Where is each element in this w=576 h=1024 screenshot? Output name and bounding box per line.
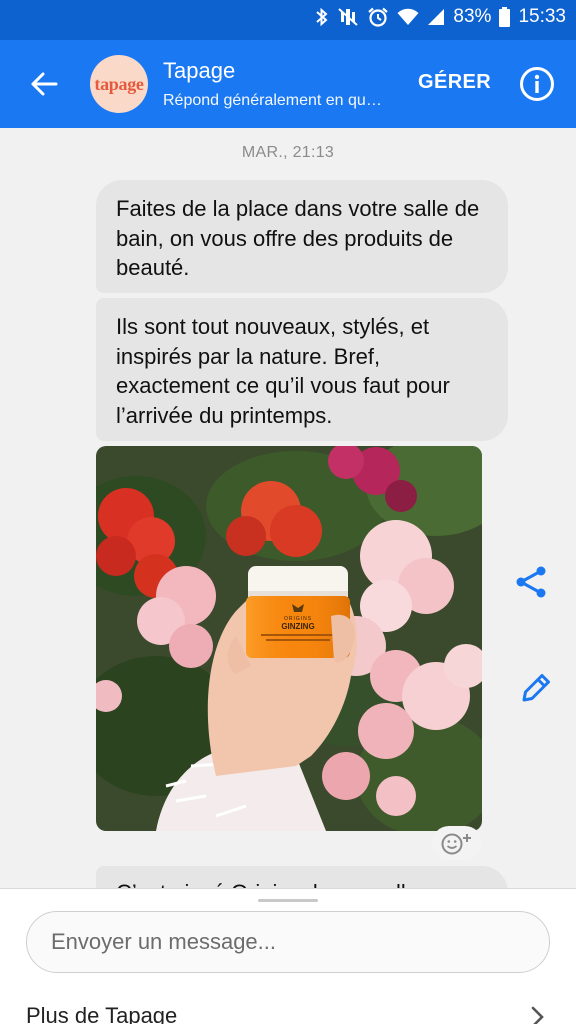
manage-button[interactable]: GÉRER <box>418 71 491 94</box>
info-icon[interactable] <box>519 66 555 102</box>
bluetooth-icon <box>316 7 328 27</box>
edit-icon[interactable] <box>518 670 554 706</box>
response-time-subtitle: Répond généralement en quelques heures <box>163 92 387 109</box>
add-reaction-button[interactable] <box>432 826 482 860</box>
message-bubble[interactable]: Ils sont tout nouveaux, stylés, et inspi… <box>96 298 508 441</box>
avatar-logo-text: tapage <box>94 73 144 94</box>
wifi-icon <box>397 8 419 25</box>
avatar[interactable]: tapage <box>90 55 148 113</box>
status-icons: 83% 15:33 <box>315 6 566 28</box>
status-bar: 83% 15:33 <box>0 0 576 40</box>
alarm-icon <box>368 7 389 27</box>
clock: 15:33 <box>518 6 566 27</box>
battery-percent: 83% <box>453 6 492 27</box>
product-photo[interactable]: ORIGINS GINZING <box>96 446 482 831</box>
mute-icon <box>338 8 359 26</box>
conversation-title[interactable]: Tapage <box>163 58 235 84</box>
drag-handle[interactable] <box>258 899 318 902</box>
message-timestamp: MAR., 21:13 <box>241 144 335 161</box>
product-name-label: GINZING <box>281 622 314 631</box>
signal-icon <box>428 9 445 25</box>
app-bar: tapage Tapage Répond généralement en que… <box>0 40 576 128</box>
message-input[interactable] <box>26 911 550 973</box>
back-button[interactable] <box>24 64 64 104</box>
chevron-right-icon <box>531 1006 544 1024</box>
composer-panel: Plus de Tapage <box>0 888 576 1024</box>
back-arrow-icon <box>31 72 58 96</box>
emoji-add-icon <box>441 833 471 855</box>
battery-icon <box>499 7 511 27</box>
more-from-page-row[interactable]: Plus de Tapage <box>26 1003 546 1024</box>
message-bubble[interactable]: Faites de la place dans votre salle de b… <box>96 180 508 293</box>
more-from-page-label: Plus de Tapage <box>26 1003 178 1024</box>
share-icon[interactable] <box>514 564 550 600</box>
